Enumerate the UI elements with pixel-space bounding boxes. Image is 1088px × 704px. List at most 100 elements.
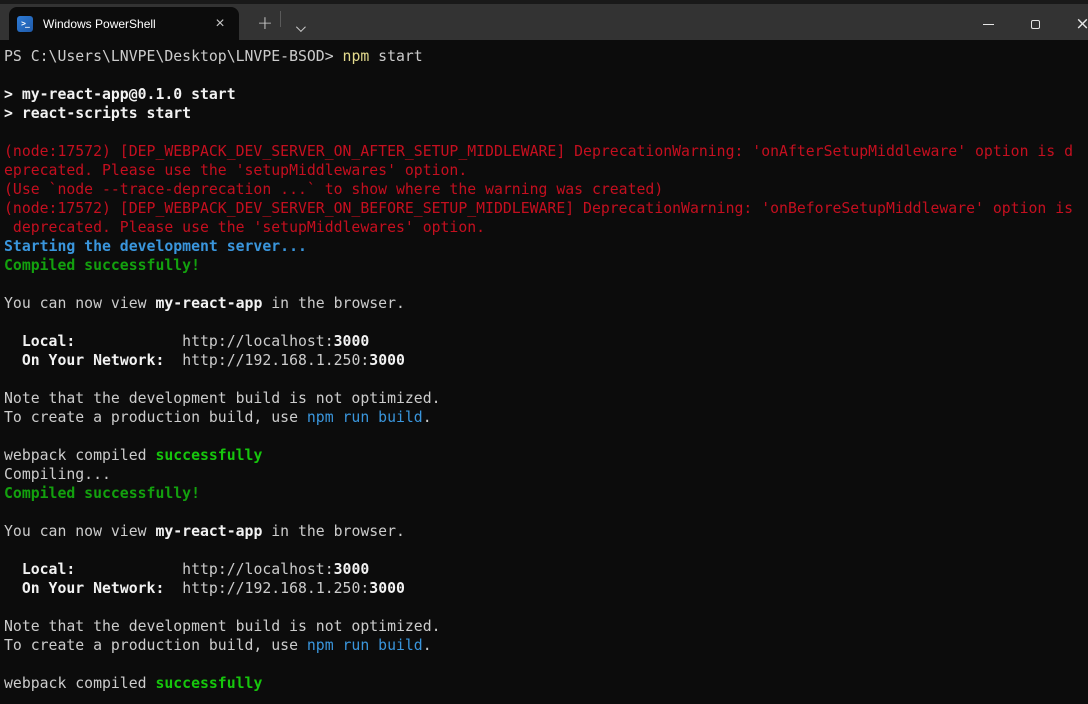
terminal-viewport[interactable]: PS C:\Users\LNVPE\Desktop\LNVPE-BSOD> np… [0, 40, 1088, 704]
terminal-text-segment: To create a production build, use [4, 409, 307, 426]
terminal-text-segment: 3000 [369, 580, 405, 597]
terminal-text-segment: webpack compiled [4, 447, 155, 464]
maximize-button[interactable] [1012, 4, 1059, 44]
terminal-text-segment: (node:17572) [DEP_WEBPACK_DEV_SERVER_ON_… [4, 200, 1073, 217]
terminal-text-segment: webpack compiled [4, 675, 155, 692]
terminal-line: On Your Network: http://192.168.1.250:30… [4, 351, 1088, 370]
terminal-line: To create a production build, use npm ru… [4, 636, 1088, 655]
terminal-text-segment: PS C:\Users\LNVPE\Desktop\LNVPE-BSOD> [4, 48, 343, 65]
terminal-text-segment: npm run build [307, 409, 423, 426]
terminal-text-segment: successfully [155, 447, 262, 464]
terminal-text-segment: (Use `node --trace-deprecation ...` to s… [4, 181, 663, 198]
terminal-line [4, 275, 1088, 294]
tab-bar: >_ Windows PowerShell × + [0, 4, 310, 40]
terminal-text-segment: On Your Network: [22, 352, 165, 369]
terminal-text-segment: > my-react-app@0.1.0 start [4, 86, 236, 103]
terminal-text-segment: 3000 [334, 561, 370, 578]
terminal-text-segment: . [423, 409, 432, 426]
terminal-line [4, 427, 1088, 446]
terminal-line: eprecated. Please use the 'setupMiddlewa… [4, 161, 1088, 180]
terminal-line: (node:17572) [DEP_WEBPACK_DEV_SERVER_ON_… [4, 142, 1088, 161]
terminal-text-segment: Compiled successfully! [4, 485, 200, 502]
terminal-line: deprecated. Please use the 'setupMiddlew… [4, 218, 1088, 237]
terminal-text-segment: . [423, 637, 432, 654]
terminal-text-segment [4, 580, 22, 597]
terminal-text-segment: To create a production build, use [4, 637, 307, 654]
terminal-text-segment: successfully [155, 675, 262, 692]
close-icon: × [1075, 16, 1088, 33]
tab-close-icon[interactable]: × [211, 16, 229, 32]
terminal-line: > my-react-app@0.1.0 start [4, 85, 1088, 104]
minimize-icon [983, 24, 994, 25]
terminal-text-segment: in the browser. [262, 523, 405, 540]
maximize-icon [1031, 20, 1040, 29]
powershell-icon: >_ [17, 16, 33, 32]
terminal-text-segment: npm [343, 48, 370, 65]
terminal-line [4, 313, 1088, 332]
terminal-text-segment: http://192.168.1.250: [164, 352, 369, 369]
new-tab-button[interactable]: + [253, 12, 277, 34]
terminal-line [4, 598, 1088, 617]
terminal-text-segment: Local: [22, 561, 75, 578]
terminal-line [4, 123, 1088, 142]
caption-buttons: × [965, 4, 1088, 44]
terminal-text-segment: Note that the development build is not o… [4, 390, 441, 407]
terminal-text-segment: npm run build [307, 637, 423, 654]
terminal-text-segment: in the browser. [262, 295, 405, 312]
terminal-text-segment: http://192.168.1.250: [164, 580, 369, 597]
terminal-text-segment: http://localhost: [75, 333, 333, 350]
terminal-line [4, 655, 1088, 674]
terminal-text-segment [4, 561, 22, 578]
terminal-line: Compiled successfully! [4, 256, 1088, 275]
terminal-line [4, 370, 1088, 389]
terminal-text-segment: start [369, 48, 422, 65]
terminal-line: webpack compiled successfully [4, 446, 1088, 465]
terminal-text-segment: Compiling... [4, 466, 111, 483]
terminal-text-segment: Note that the development build is not o… [4, 618, 441, 635]
terminal-line: Note that the development build is not o… [4, 617, 1088, 636]
terminal-text-segment [4, 352, 22, 369]
close-button[interactable]: × [1059, 4, 1088, 44]
terminal-text-segment: Starting the development server... [4, 238, 307, 255]
tab-bar-divider [280, 11, 281, 27]
terminal-text-segment [4, 333, 22, 350]
terminal-line: PS C:\Users\LNVPE\Desktop\LNVPE-BSOD> np… [4, 47, 1088, 66]
terminal-text-segment: my-react-app [155, 523, 262, 540]
terminal-text-segment: 3000 [334, 333, 370, 350]
terminal-text-segment: On Your Network: [22, 580, 165, 597]
terminal-line [4, 541, 1088, 560]
terminal-line: Compiling... [4, 465, 1088, 484]
terminal-text-segment: eprecated. Please use the 'setupMiddlewa… [4, 162, 467, 179]
terminal-text-segment: (node:17572) [DEP_WEBPACK_DEV_SERVER_ON_… [4, 143, 1073, 160]
terminal-line [4, 66, 1088, 85]
terminal-line: Compiled successfully! [4, 484, 1088, 503]
terminal-line: Local: http://localhost:3000 [4, 560, 1088, 579]
terminal-line: webpack compiled successfully [4, 674, 1088, 693]
tab-title: Windows PowerShell [43, 17, 211, 31]
terminal-text-segment: Compiled successfully! [4, 257, 200, 274]
terminal-line: (Use `node --trace-deprecation ...` to s… [4, 180, 1088, 199]
tab-windows-powershell[interactable]: >_ Windows PowerShell × [9, 7, 239, 40]
terminal-text-segment: my-react-app [155, 295, 262, 312]
terminal-line [4, 503, 1088, 522]
terminal-line: > react-scripts start [4, 104, 1088, 123]
terminal-window: >_ Windows PowerShell × + × PS C:\Users\… [0, 0, 1088, 704]
terminal-line: You can now view my-react-app in the bro… [4, 294, 1088, 313]
terminal-line: Note that the development build is not o… [4, 389, 1088, 408]
terminal-line: Starting the development server... [4, 237, 1088, 256]
terminal-text-segment: http://localhost: [75, 561, 333, 578]
terminal-text-segment: > react-scripts start [4, 105, 191, 122]
tab-dropdown-button[interactable] [288, 25, 310, 32]
terminal-text-segment: 3000 [369, 352, 405, 369]
terminal-line: Local: http://localhost:3000 [4, 332, 1088, 351]
terminal-line: You can now view my-react-app in the bro… [4, 522, 1088, 541]
terminal-line: (node:17572) [DEP_WEBPACK_DEV_SERVER_ON_… [4, 199, 1088, 218]
titlebar[interactable]: >_ Windows PowerShell × + × [0, 0, 1088, 40]
terminal-text-segment: You can now view [4, 523, 155, 540]
chevron-down-icon [295, 22, 305, 32]
terminal-text-segment: Local: [22, 333, 75, 350]
terminal-line: To create a production build, use npm ru… [4, 408, 1088, 427]
terminal-text-segment: deprecated. Please use the 'setupMiddlew… [4, 219, 485, 236]
terminal-text-segment: You can now view [4, 295, 155, 312]
minimize-button[interactable] [965, 4, 1012, 44]
